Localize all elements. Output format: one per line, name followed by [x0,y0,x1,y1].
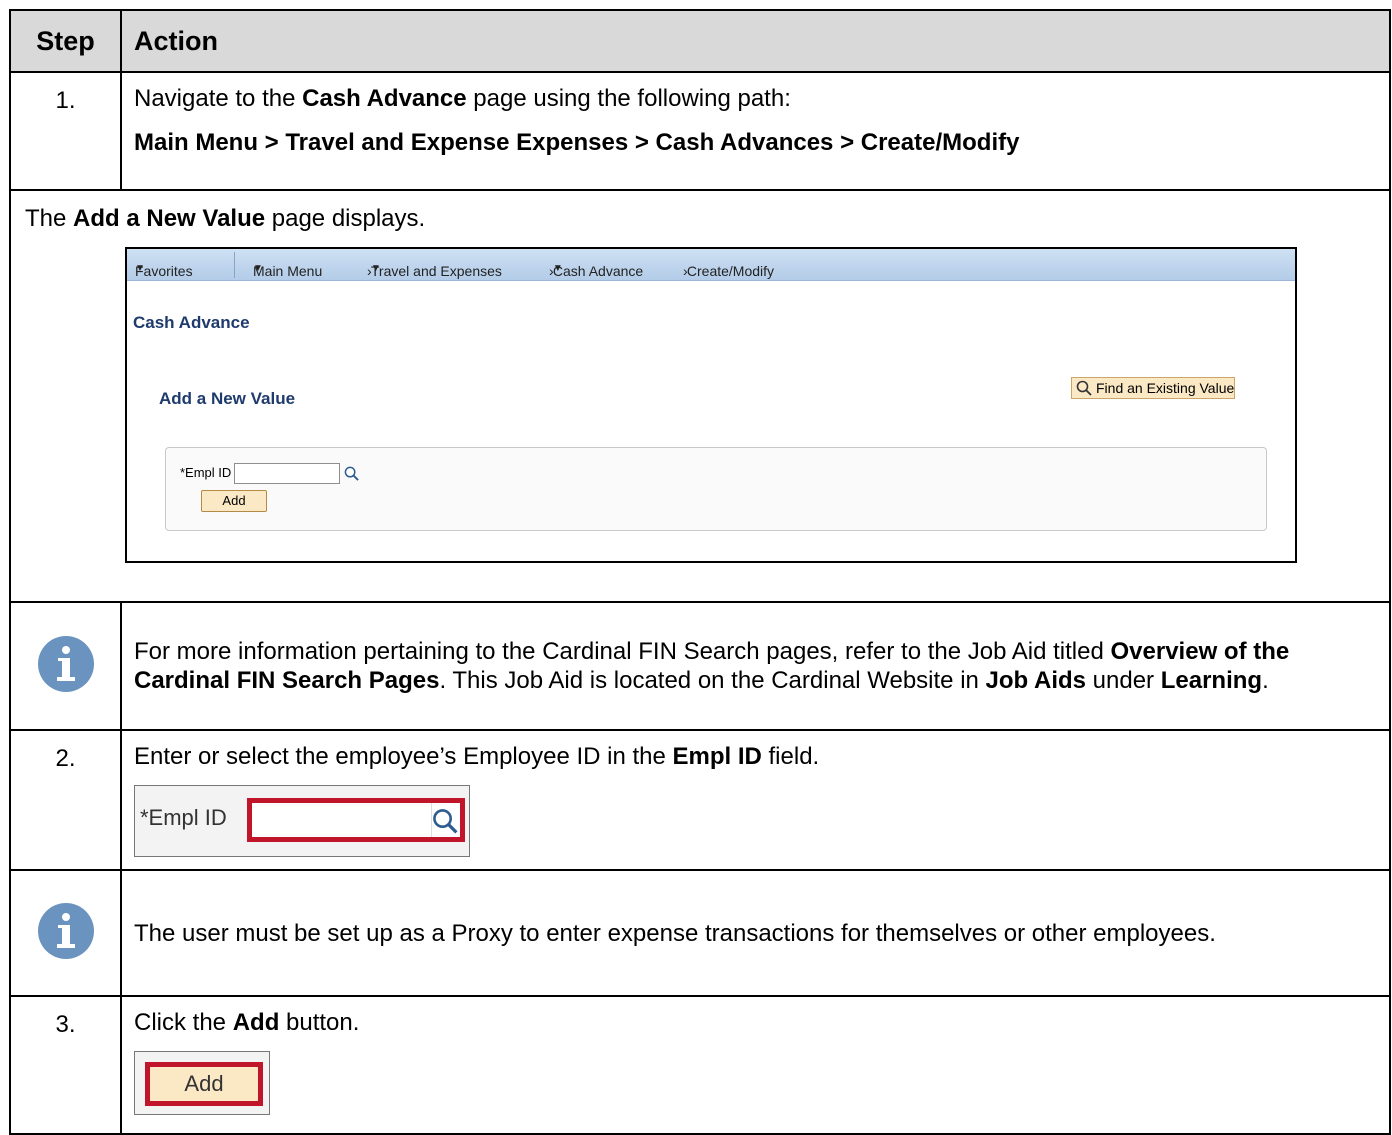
step-2-text-bold: Empl ID [672,743,762,770]
step-1-action: Navigate to the Cash Advance page using … [120,71,1391,191]
step-2-text: Enter or select the employee’s Employee … [134,743,1377,771]
step-column-header: Step [9,9,122,73]
step-2-number: 2. [9,729,122,871]
displays-suffix: page displays. [265,205,426,232]
ps-page-title: Cash Advance [133,313,250,332]
step-2-action: Enter or select the employee’s Employee … [120,729,1391,871]
lookup-icon[interactable] [432,808,458,834]
add-button[interactable]: Add [201,490,267,512]
search-icon [1076,380,1092,396]
info-icon-cell [9,601,122,731]
add-value-group: *Empl ID Add [165,447,1267,531]
note-2-text: The user must be set up as a Proxy to en… [120,869,1391,997]
note-2-row: The user must be set up as a Proxy to en… [9,869,1391,997]
step-1-text-bold: Cash Advance [302,85,467,112]
main-menu-label: Main Menu [253,263,323,279]
note-1-part-3: under [1086,667,1161,694]
ps-navbar: Favorites ▼ Main Menu ▼ › Travel and Exp… [127,249,1295,281]
caret-down-icon: ▼ [253,263,263,274]
caret-down-icon: ▼ [370,263,381,274]
note-1-bold-3: Learning [1160,667,1263,694]
highlighted-empl-id-input[interactable] [247,798,465,842]
note-1-part-2: . This Job Aid is located on the Cardina… [439,667,986,694]
header-row: Step Action [9,9,1391,73]
find-existing-value-label: Find an Existing Value [1096,380,1235,396]
info-icon [37,902,94,959]
step-1-row: 1. Navigate to the Cash Advance page usi… [9,71,1391,191]
breadcrumb-create-modify[interactable]: › Create/Modify [683,256,774,279]
action-column-header: Action [120,9,1391,73]
nav-divider [234,252,235,278]
step-3-number: 3. [9,995,122,1135]
note-1-part-4: . [1262,667,1269,694]
displays-bold: Add a New Value [73,205,266,232]
info-icon-cell [9,869,122,997]
breadcrumb-cash-advance[interactable]: › Cash Advance ▼ [549,256,643,279]
caret-down-icon: ▼ [552,263,563,274]
crop-empl-id-label: *Empl ID [140,805,227,830]
step-3-text-prefix: Click the [134,1009,233,1036]
step-3-row: 3. Click the Add button. Add [9,995,1391,1135]
cash-advance-label: Cash Advance [552,263,644,279]
note-1-row: For more information pertaining to the C… [9,601,1391,731]
add-button-screenshot: Add [134,1051,270,1115]
travel-label: Travel and Expenses [370,263,502,279]
ps-subtitle: Add a New Value [159,389,296,408]
step-1-text-suffix: page using the following path: [466,85,791,112]
step-3-text: Click the Add button. [134,1009,1377,1037]
empl-id-label: *Empl ID [180,465,232,480]
note-1-text: For more information pertaining to the C… [120,601,1391,731]
step-2-row: 2. Enter or select the employee’s Employ… [9,729,1391,871]
step-1-text-prefix: Navigate to the [134,85,303,112]
note-1-part-1: For more information pertaining to the C… [134,638,1111,665]
empl-id-field-screenshot: *Empl ID [134,785,470,857]
procedure-table: Step Action 1. Navigate to the Cash Adva… [9,9,1391,1135]
step-1-text: Navigate to the Cash Advance page using … [134,85,1377,113]
info-icon [37,635,94,692]
displays-row: The Add a New Value page displays. Favor… [9,189,1391,603]
step-3-action: Click the Add button. Add [120,995,1391,1135]
navigation-path: Main Menu > Travel and Expense Expenses … [134,129,1020,156]
step-1-number: 1. [9,71,122,191]
empl-id-input[interactable] [234,463,340,484]
create-modify-label: Create/Modify [686,263,775,279]
displays-text: The Add a New Value page displays. [25,205,1377,233]
highlighted-add-button[interactable]: Add [145,1062,263,1106]
lookup-icon[interactable] [344,466,359,481]
step-2-text-prefix: Enter or select the employee’s Employee … [134,743,673,770]
note-1-bold-2: Job Aids [985,667,1086,694]
step-3-text-suffix: button. [279,1009,360,1036]
cash-advance-screenshot: Favorites ▼ Main Menu ▼ › Travel and Exp… [125,247,1297,563]
displays-cell: The Add a New Value page displays. Favor… [9,189,1391,603]
find-existing-value-button[interactable]: Find an Existing Value [1071,377,1235,399]
crop-input-box [252,803,432,837]
breadcrumb-travel[interactable]: › Travel and Expenses ▼ [367,256,502,279]
caret-down-icon: ▼ [135,263,145,274]
step-2-text-suffix: field. [761,743,820,770]
displays-prefix: The [25,205,74,232]
step-3-text-bold: Add [232,1009,280,1036]
